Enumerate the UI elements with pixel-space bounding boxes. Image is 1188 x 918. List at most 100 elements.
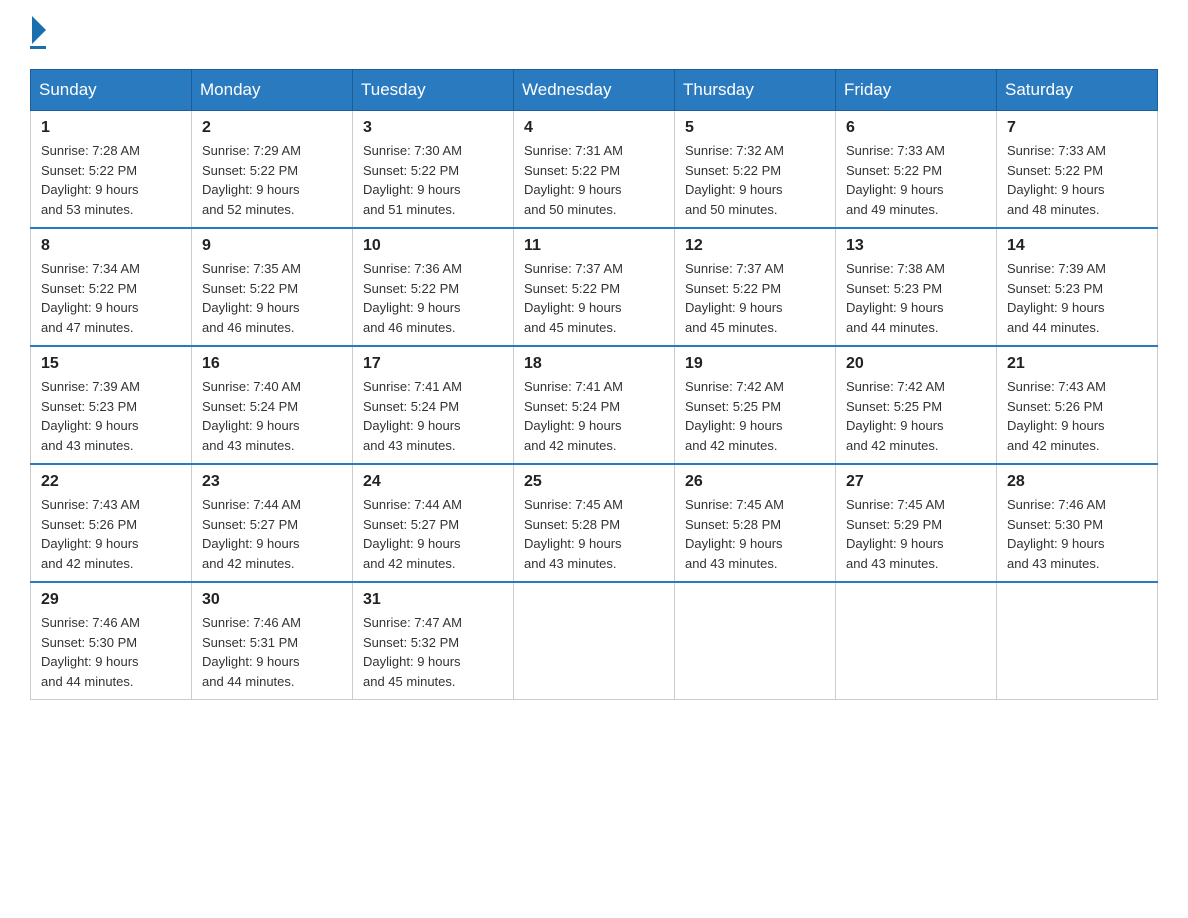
calendar-cell [836, 582, 997, 700]
week-row-1: 1 Sunrise: 7:28 AM Sunset: 5:22 PM Dayli… [31, 111, 1158, 229]
week-row-5: 29 Sunrise: 7:46 AM Sunset: 5:30 PM Dayl… [31, 582, 1158, 700]
day-info: Sunrise: 7:44 AM Sunset: 5:27 PM Dayligh… [363, 495, 503, 573]
day-number: 3 [363, 119, 503, 137]
day-number: 14 [1007, 237, 1147, 255]
calendar-cell: 29 Sunrise: 7:46 AM Sunset: 5:30 PM Dayl… [31, 582, 192, 700]
calendar-cell: 23 Sunrise: 7:44 AM Sunset: 5:27 PM Dayl… [192, 464, 353, 582]
day-info: Sunrise: 7:39 AM Sunset: 5:23 PM Dayligh… [41, 377, 181, 455]
logo-triangle-icon [32, 16, 46, 44]
calendar-table: SundayMondayTuesdayWednesdayThursdayFrid… [30, 69, 1158, 700]
weekday-header-sunday: Sunday [31, 70, 192, 111]
day-number: 20 [846, 355, 986, 373]
day-info: Sunrise: 7:35 AM Sunset: 5:22 PM Dayligh… [202, 259, 342, 337]
weekday-header-saturday: Saturday [997, 70, 1158, 111]
day-info: Sunrise: 7:33 AM Sunset: 5:22 PM Dayligh… [1007, 141, 1147, 219]
day-number: 12 [685, 237, 825, 255]
weekday-header-monday: Monday [192, 70, 353, 111]
day-number: 16 [202, 355, 342, 373]
day-number: 22 [41, 473, 181, 491]
day-number: 15 [41, 355, 181, 373]
day-info: Sunrise: 7:42 AM Sunset: 5:25 PM Dayligh… [685, 377, 825, 455]
day-info: Sunrise: 7:34 AM Sunset: 5:22 PM Dayligh… [41, 259, 181, 337]
calendar-cell: 4 Sunrise: 7:31 AM Sunset: 5:22 PM Dayli… [514, 111, 675, 229]
calendar-cell: 30 Sunrise: 7:46 AM Sunset: 5:31 PM Dayl… [192, 582, 353, 700]
day-info: Sunrise: 7:41 AM Sunset: 5:24 PM Dayligh… [363, 377, 503, 455]
day-info: Sunrise: 7:33 AM Sunset: 5:22 PM Dayligh… [846, 141, 986, 219]
calendar-cell: 21 Sunrise: 7:43 AM Sunset: 5:26 PM Dayl… [997, 346, 1158, 464]
day-number: 8 [41, 237, 181, 255]
day-number: 31 [363, 591, 503, 609]
day-number: 9 [202, 237, 342, 255]
day-info: Sunrise: 7:36 AM Sunset: 5:22 PM Dayligh… [363, 259, 503, 337]
calendar-cell: 31 Sunrise: 7:47 AM Sunset: 5:32 PM Dayl… [353, 582, 514, 700]
calendar-cell: 26 Sunrise: 7:45 AM Sunset: 5:28 PM Dayl… [675, 464, 836, 582]
calendar-cell: 5 Sunrise: 7:32 AM Sunset: 5:22 PM Dayli… [675, 111, 836, 229]
weekday-header-wednesday: Wednesday [514, 70, 675, 111]
day-number: 7 [1007, 119, 1147, 137]
calendar-cell: 7 Sunrise: 7:33 AM Sunset: 5:22 PM Dayli… [997, 111, 1158, 229]
logo-underline [30, 46, 46, 49]
day-info: Sunrise: 7:39 AM Sunset: 5:23 PM Dayligh… [1007, 259, 1147, 337]
calendar-cell: 18 Sunrise: 7:41 AM Sunset: 5:24 PM Dayl… [514, 346, 675, 464]
day-info: Sunrise: 7:46 AM Sunset: 5:31 PM Dayligh… [202, 613, 342, 691]
day-info: Sunrise: 7:41 AM Sunset: 5:24 PM Dayligh… [524, 377, 664, 455]
day-info: Sunrise: 7:38 AM Sunset: 5:23 PM Dayligh… [846, 259, 986, 337]
logo [30, 20, 46, 49]
day-number: 5 [685, 119, 825, 137]
day-info: Sunrise: 7:46 AM Sunset: 5:30 PM Dayligh… [41, 613, 181, 691]
calendar-cell: 6 Sunrise: 7:33 AM Sunset: 5:22 PM Dayli… [836, 111, 997, 229]
day-info: Sunrise: 7:45 AM Sunset: 5:28 PM Dayligh… [524, 495, 664, 573]
calendar-cell: 15 Sunrise: 7:39 AM Sunset: 5:23 PM Dayl… [31, 346, 192, 464]
day-info: Sunrise: 7:45 AM Sunset: 5:29 PM Dayligh… [846, 495, 986, 573]
day-info: Sunrise: 7:44 AM Sunset: 5:27 PM Dayligh… [202, 495, 342, 573]
calendar-cell: 22 Sunrise: 7:43 AM Sunset: 5:26 PM Dayl… [31, 464, 192, 582]
day-number: 21 [1007, 355, 1147, 373]
day-number: 27 [846, 473, 986, 491]
day-info: Sunrise: 7:31 AM Sunset: 5:22 PM Dayligh… [524, 141, 664, 219]
day-number: 24 [363, 473, 503, 491]
weekday-header-tuesday: Tuesday [353, 70, 514, 111]
day-number: 19 [685, 355, 825, 373]
calendar-cell: 28 Sunrise: 7:46 AM Sunset: 5:30 PM Dayl… [997, 464, 1158, 582]
day-number: 17 [363, 355, 503, 373]
day-number: 29 [41, 591, 181, 609]
calendar-cell: 11 Sunrise: 7:37 AM Sunset: 5:22 PM Dayl… [514, 228, 675, 346]
day-info: Sunrise: 7:30 AM Sunset: 5:22 PM Dayligh… [363, 141, 503, 219]
day-number: 30 [202, 591, 342, 609]
day-number: 26 [685, 473, 825, 491]
calendar-cell: 13 Sunrise: 7:38 AM Sunset: 5:23 PM Dayl… [836, 228, 997, 346]
calendar-cell: 2 Sunrise: 7:29 AM Sunset: 5:22 PM Dayli… [192, 111, 353, 229]
calendar-cell: 24 Sunrise: 7:44 AM Sunset: 5:27 PM Dayl… [353, 464, 514, 582]
day-info: Sunrise: 7:45 AM Sunset: 5:28 PM Dayligh… [685, 495, 825, 573]
weekday-header-thursday: Thursday [675, 70, 836, 111]
calendar-cell: 14 Sunrise: 7:39 AM Sunset: 5:23 PM Dayl… [997, 228, 1158, 346]
day-info: Sunrise: 7:37 AM Sunset: 5:22 PM Dayligh… [685, 259, 825, 337]
day-info: Sunrise: 7:29 AM Sunset: 5:22 PM Dayligh… [202, 141, 342, 219]
day-number: 13 [846, 237, 986, 255]
weekday-header-friday: Friday [836, 70, 997, 111]
day-info: Sunrise: 7:32 AM Sunset: 5:22 PM Dayligh… [685, 141, 825, 219]
day-info: Sunrise: 7:40 AM Sunset: 5:24 PM Dayligh… [202, 377, 342, 455]
calendar-cell: 27 Sunrise: 7:45 AM Sunset: 5:29 PM Dayl… [836, 464, 997, 582]
calendar-cell: 20 Sunrise: 7:42 AM Sunset: 5:25 PM Dayl… [836, 346, 997, 464]
day-number: 1 [41, 119, 181, 137]
week-row-2: 8 Sunrise: 7:34 AM Sunset: 5:22 PM Dayli… [31, 228, 1158, 346]
calendar-cell: 12 Sunrise: 7:37 AM Sunset: 5:22 PM Dayl… [675, 228, 836, 346]
day-number: 11 [524, 237, 664, 255]
calendar-cell: 25 Sunrise: 7:45 AM Sunset: 5:28 PM Dayl… [514, 464, 675, 582]
day-info: Sunrise: 7:37 AM Sunset: 5:22 PM Dayligh… [524, 259, 664, 337]
day-number: 6 [846, 119, 986, 137]
week-row-3: 15 Sunrise: 7:39 AM Sunset: 5:23 PM Dayl… [31, 346, 1158, 464]
day-info: Sunrise: 7:42 AM Sunset: 5:25 PM Dayligh… [846, 377, 986, 455]
day-info: Sunrise: 7:43 AM Sunset: 5:26 PM Dayligh… [41, 495, 181, 573]
calendar-cell: 8 Sunrise: 7:34 AM Sunset: 5:22 PM Dayli… [31, 228, 192, 346]
day-number: 4 [524, 119, 664, 137]
day-number: 23 [202, 473, 342, 491]
weekday-header-row: SundayMondayTuesdayWednesdayThursdayFrid… [31, 70, 1158, 111]
day-info: Sunrise: 7:47 AM Sunset: 5:32 PM Dayligh… [363, 613, 503, 691]
day-number: 18 [524, 355, 664, 373]
page-header [30, 20, 1158, 49]
day-info: Sunrise: 7:28 AM Sunset: 5:22 PM Dayligh… [41, 141, 181, 219]
calendar-cell [675, 582, 836, 700]
calendar-cell: 16 Sunrise: 7:40 AM Sunset: 5:24 PM Dayl… [192, 346, 353, 464]
